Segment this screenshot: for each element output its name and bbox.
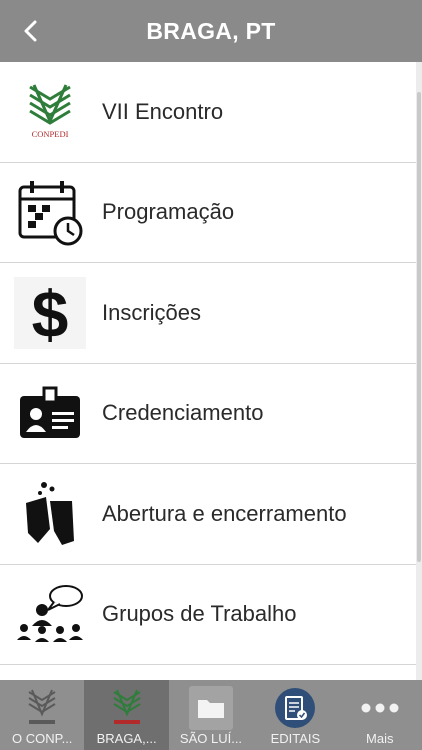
tab-editais[interactable]: EDITAIS (253, 680, 337, 750)
toast-glasses-icon (14, 478, 86, 550)
tab-mais[interactable]: Mais (338, 680, 422, 750)
menu-list: CONPEDI VII Encontro Programação $ Inscr… (0, 62, 422, 680)
dollar-icon: $ (14, 277, 86, 349)
tab-sao-luis[interactable]: SÃO LUÍ... (169, 680, 253, 750)
menu-item-grupos[interactable]: Grupos de Trabalho (0, 565, 422, 665)
menu-item-label: Inscrições (102, 299, 202, 325)
tab-label: O CONP... (11, 731, 73, 746)
scrollbar-thumb[interactable] (417, 92, 421, 562)
tab-label: EDITAIS (270, 731, 321, 746)
id-badge-icon (14, 378, 86, 450)
tab-bar: O CONP... BRAGA,... SÃO LUÍ... EDITAIS M… (0, 680, 422, 750)
tab-label: SÃO LUÍ... (179, 731, 243, 746)
menu-item-label: Grupos de Trabalho (102, 601, 297, 627)
logo-text: CONPEDI (32, 129, 69, 139)
menu-item-label: Credenciamento (102, 400, 264, 426)
group-discussion-icon (14, 579, 86, 651)
conpedi-logo-icon (20, 686, 64, 730)
menu-item-label: VII Encontro (102, 98, 224, 124)
more-dots-icon (358, 686, 402, 730)
scrollbar[interactable] (416, 62, 422, 680)
conpedi-logo-icon (105, 686, 149, 730)
top-bar: BRAGA, PT (0, 0, 422, 62)
tab-label: Mais (366, 731, 394, 746)
conpedi-logo-icon: CONPEDI (14, 76, 86, 148)
menu-item-abertura[interactable]: Abertura e encerramento (0, 464, 422, 565)
tab-braga[interactable]: BRAGA,... (84, 680, 169, 750)
folder-icon (188, 686, 233, 730)
chevron-left-icon (24, 20, 37, 42)
back-button[interactable] (16, 16, 46, 46)
menu-item-vii-encontro[interactable]: CONPEDI VII Encontro (0, 62, 422, 163)
menu-item-label: Programação (102, 199, 235, 225)
menu-item-inscricoes[interactable]: $ Inscrições (0, 263, 422, 364)
menu-item-credenciamento[interactable]: Credenciamento (0, 364, 422, 464)
menu-item-programacao[interactable]: Programação (0, 163, 422, 263)
tab-o-conpedi[interactable]: O CONP... (0, 680, 84, 750)
page-title: BRAGA, PT (146, 17, 276, 44)
document-check-icon (273, 686, 317, 730)
tab-label: BRAGA,... (96, 731, 157, 746)
svg-text:$: $ (32, 279, 69, 347)
menu-item-label: Abertura e encerramento (102, 500, 347, 526)
calendar-clock-icon (14, 177, 86, 249)
